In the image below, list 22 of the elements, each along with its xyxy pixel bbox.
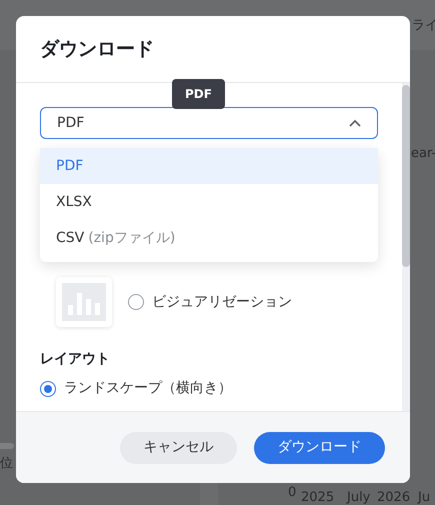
download-button[interactable]: ダウンロード [254, 432, 385, 464]
scrollbar-thumb[interactable] [402, 85, 410, 267]
scrollbar [0, 443, 14, 449]
section-heading: レイアウト [40, 350, 111, 369]
format-select[interactable]: PDF [40, 107, 378, 139]
background-label: Ju [418, 490, 430, 505]
radio-option[interactable]: ランドスケープ（横向き） [40, 378, 386, 399]
background-label: 2026 [377, 490, 410, 505]
option-hint: (zipファイル) [88, 228, 176, 248]
dropdown-option[interactable]: PDF [40, 148, 378, 184]
background-label: July [347, 490, 370, 505]
dropdown-option[interactable]: XLSX [40, 184, 378, 220]
background-label: 位 [0, 456, 13, 471]
background-label: 2025 [301, 490, 334, 505]
tooltip: PDF [172, 79, 225, 109]
radio-button[interactable] [128, 294, 144, 310]
radio-option[interactable]: ビジュアリゼーション [128, 292, 292, 312]
radio-button[interactable] [40, 380, 56, 396]
cancel-button[interactable]: キャンセル [120, 432, 237, 464]
dialog-title: ダウンロード [40, 36, 154, 62]
background-label: 0 [288, 485, 296, 500]
dropdown-option[interactable]: CSV (zipファイル) [40, 220, 378, 256]
